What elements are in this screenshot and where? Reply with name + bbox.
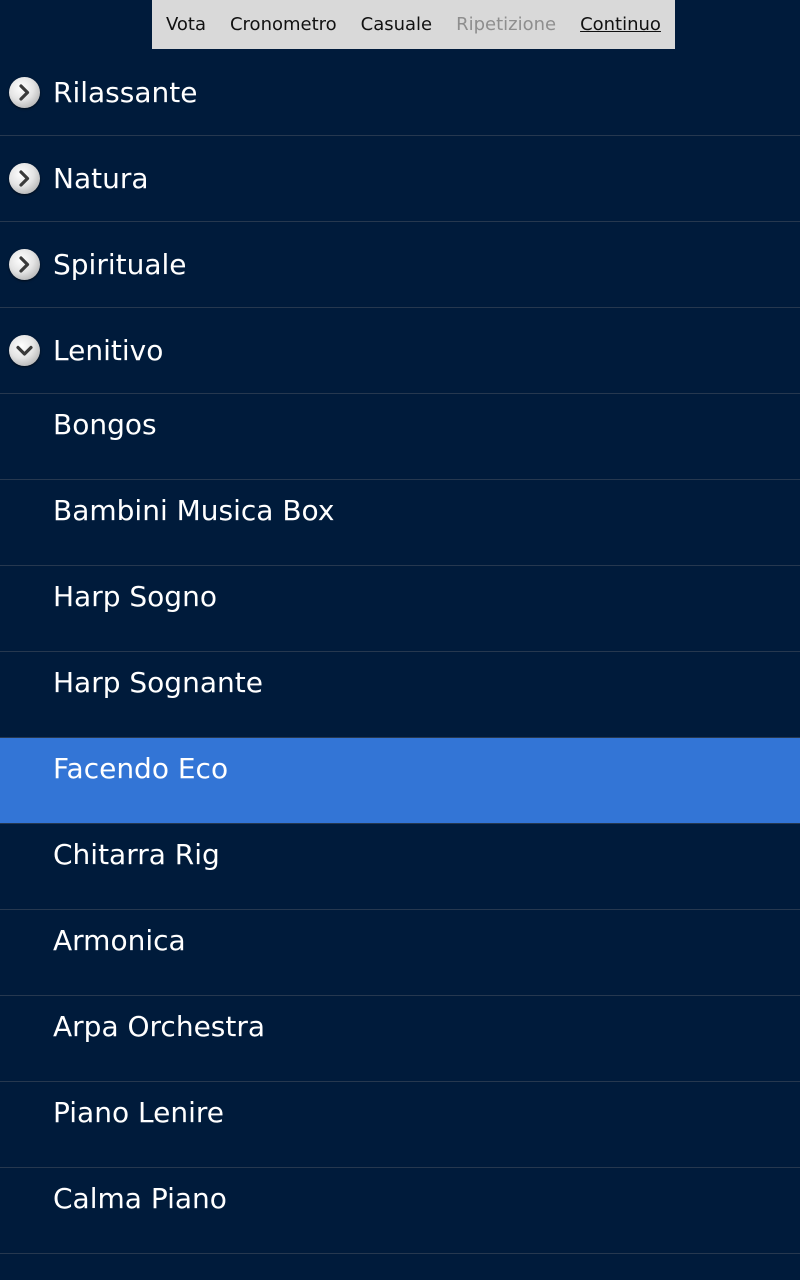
group-row-natura[interactable]: Natura (0, 136, 800, 222)
app-screen: Vota Cronometro Casuale Ripetizione Cont… (0, 0, 800, 1280)
track-label: Armonica (53, 924, 186, 957)
group-label: Lenitivo (53, 334, 164, 367)
track-row-bongos[interactable]: Bongos (0, 394, 800, 480)
track-row-facendo-eco[interactable]: Facendo Eco (0, 738, 800, 824)
track-label: Calma Piano (53, 1182, 227, 1215)
chevron-right-icon (9, 77, 40, 108)
options-menu-bar: Vota Cronometro Casuale Ripetizione Cont… (152, 0, 675, 49)
chevron-right-icon (9, 163, 40, 194)
track-label: Bongos (53, 408, 157, 441)
track-label: Facendo Eco (53, 752, 229, 785)
menu-item-continuo[interactable]: Continuo (580, 14, 661, 35)
track-row-arpa-orchestra[interactable]: Arpa Orchestra (0, 996, 800, 1082)
track-label: Arpa Orchestra (53, 1010, 266, 1043)
group-label: Rilassante (53, 76, 198, 109)
group-label: Spirituale (53, 248, 187, 281)
track-row-harp-sognante[interactable]: Harp Sognante (0, 652, 800, 738)
track-row-chitarra-rig[interactable]: Chitarra Rig (0, 824, 800, 910)
chevron-right-icon (9, 249, 40, 280)
menu-item-casuale[interactable]: Casuale (361, 14, 433, 35)
track-label: Piano Lenire (53, 1096, 224, 1129)
chevron-down-icon (9, 335, 40, 366)
track-row-calma-piano[interactable]: Calma Piano (0, 1168, 800, 1254)
track-row-bambini-musica-box[interactable]: Bambini Musica Box (0, 480, 800, 566)
track-label: Bambini Musica Box (53, 494, 335, 527)
group-row-rilassante[interactable]: Rilassante (0, 50, 800, 136)
track-label: Chitarra Rig (53, 838, 220, 871)
menu-item-cronometro[interactable]: Cronometro (230, 14, 337, 35)
group-row-lenitivo[interactable]: Lenitivo (0, 308, 800, 394)
track-row-piano-lenire[interactable]: Piano Lenire (0, 1082, 800, 1168)
menu-item-vota[interactable]: Vota (166, 14, 206, 35)
group-label: Natura (53, 162, 149, 195)
track-label: Harp Sogno (53, 580, 217, 613)
group-row-spirituale[interactable]: Spirituale (0, 222, 800, 308)
track-label: Harp Sognante (53, 666, 263, 699)
track-row-armonica[interactable]: Armonica (0, 910, 800, 996)
menu-item-ripetizione[interactable]: Ripetizione (456, 14, 556, 35)
category-list: Rilassante Natura Spirituale Lenitivo Bo… (0, 50, 800, 1254)
track-row-harp-sogno[interactable]: Harp Sogno (0, 566, 800, 652)
